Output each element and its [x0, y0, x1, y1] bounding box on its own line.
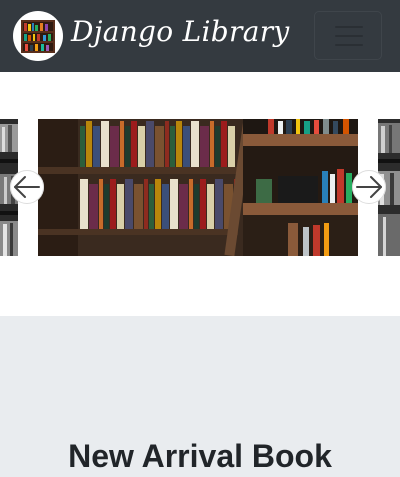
hamburger-menu-icon [335, 26, 363, 46]
section-title: New Arrival Book [68, 438, 332, 474]
navbar: Django Library [0, 0, 400, 72]
carousel-next-button[interactable] [352, 170, 386, 204]
brand-name[interactable]: Django Library [71, 14, 290, 50]
arrow-left-icon [10, 170, 44, 204]
arrow-right-icon [352, 170, 386, 204]
bookshelf-logo-icon[interactable] [13, 11, 63, 61]
carousel-prev-button[interactable] [10, 170, 44, 204]
new-arrival-section: New Arrival Book [0, 316, 400, 477]
carousel-active-slide-image[interactable] [38, 119, 358, 256]
navbar-toggler-button[interactable] [314, 11, 382, 60]
book-carousel [0, 72, 400, 316]
